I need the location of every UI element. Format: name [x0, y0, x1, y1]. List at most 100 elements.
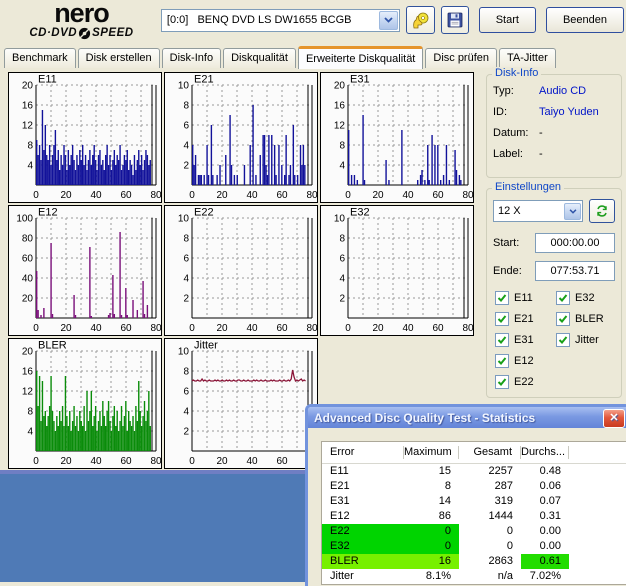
checkbox-e32[interactable]: E32 [556, 291, 615, 305]
disk-info-row: Typ:Audio CD [493, 85, 615, 97]
statistics-cell: 16 [404, 554, 459, 569]
svg-text:80: 80 [22, 234, 34, 245]
tab-diskqualit-t[interactable]: Diskqualität [223, 48, 296, 68]
svg-text:12: 12 [334, 121, 346, 132]
tab-erweiterte-diskqualit-t[interactable]: Erweiterte Diskqualität [298, 46, 423, 69]
disk-info-label: Typ: [493, 85, 539, 97]
checkbox-e22[interactable]: E22 [495, 375, 554, 389]
svg-text:12: 12 [22, 387, 34, 398]
svg-text:40: 40 [402, 190, 414, 201]
nero-cd-dvd-speed-window: nero CD·DVD SPEED [0:0] BENQ DVD LS DW16… [0, 0, 626, 474]
checkbox-spacer [556, 354, 615, 368]
statistics-cell: 0.06 [521, 479, 569, 494]
statistics-cell: 0.48 [521, 464, 569, 479]
checkbox-spacer [556, 375, 615, 389]
tab-benchmark[interactable]: Benchmark [4, 48, 76, 68]
svg-text:40: 40 [22, 274, 34, 285]
svg-text:8: 8 [183, 101, 189, 112]
svg-text:4: 4 [339, 161, 345, 172]
speed-select[interactable]: 12 X [493, 200, 583, 222]
chevron-down-icon[interactable] [564, 203, 581, 220]
statistics-header-filler [569, 446, 626, 459]
svg-text:E21: E21 [194, 74, 214, 86]
svg-text:40: 40 [402, 323, 414, 334]
chart-e12: 20406080100020406080E12 [8, 205, 162, 336]
speed-row: 12 X [493, 199, 615, 223]
checkbox-box[interactable] [495, 354, 509, 368]
checkbox-box[interactable] [495, 333, 509, 347]
svg-text:4: 4 [183, 141, 189, 152]
close-button[interactable]: ✕ [603, 409, 625, 428]
statistics-cell: 1444 [459, 509, 521, 524]
hand-disc-icon [411, 11, 430, 30]
tab-ta-jitter[interactable]: TA-Jitter [499, 48, 556, 68]
svg-text:20: 20 [60, 456, 72, 467]
tab-disk-info[interactable]: Disk-Info [162, 48, 221, 68]
svg-text:4: 4 [183, 407, 189, 418]
nero-logo: nero CD·DVD SPEED [2, 0, 161, 40]
statistics-dialog-titlebar[interactable]: Advanced Disc Quality Test - Statistics … [308, 407, 626, 428]
statistics-row-e21: E2182870.06 [322, 479, 626, 494]
svg-text:20: 20 [22, 347, 34, 358]
svg-text:10: 10 [334, 214, 346, 225]
svg-text:20: 20 [216, 190, 228, 201]
statistics-cell: E11 [322, 464, 404, 479]
statistics-dialog: Advanced Disc Quality Test - Statistics … [305, 404, 626, 586]
svg-text:6: 6 [183, 254, 189, 265]
checkbox-box[interactable] [556, 291, 570, 305]
statistics-cell: 15 [404, 464, 459, 479]
end-time-input[interactable] [535, 261, 615, 281]
svg-text:0: 0 [189, 456, 195, 467]
checkbox-bler[interactable]: BLER [556, 312, 615, 326]
eject-disc-button[interactable] [406, 6, 434, 34]
statistics-cell: 0.00 [521, 539, 569, 554]
svg-text:80: 80 [306, 190, 318, 201]
cd-dvd-speed-logo-text: CD·DVD SPEED [29, 27, 133, 40]
statistics-cell: E21 [322, 479, 404, 494]
tab-disc-pr-fen[interactable]: Disc prüfen [425, 48, 497, 68]
statistics-row-e31: E31143190.07 [322, 494, 626, 509]
settings-groupbox: Einstellungen 12 X [486, 188, 622, 398]
start-button[interactable]: Start [479, 7, 536, 33]
checkbox-label: E21 [514, 313, 534, 325]
chevron-down-icon[interactable] [379, 11, 398, 30]
tab-disk-erstellen[interactable]: Disk erstellen [78, 48, 160, 68]
checkbox-jitter[interactable]: Jitter [556, 333, 615, 347]
statistics-cell: E31 [322, 494, 404, 509]
save-button[interactable] [441, 6, 469, 34]
refresh-button[interactable] [589, 199, 615, 223]
checkbox-e11[interactable]: E11 [495, 291, 554, 305]
svg-text:0: 0 [345, 323, 351, 334]
svg-text:6: 6 [183, 121, 189, 132]
checkbox-box[interactable] [495, 312, 509, 326]
svg-text:0: 0 [189, 323, 195, 334]
chart-bler: 48121620020406080BLER [8, 338, 162, 469]
refresh-icon [595, 204, 609, 218]
svg-text:20: 20 [216, 323, 228, 334]
statistics-cell: 0.00 [521, 524, 569, 539]
checkbox-box[interactable] [495, 375, 509, 389]
svg-text:6: 6 [339, 254, 345, 265]
quit-button[interactable]: Beenden [546, 7, 624, 33]
svg-text:60: 60 [120, 190, 132, 201]
checkbox-box[interactable] [556, 333, 570, 347]
svg-text:60: 60 [120, 323, 132, 334]
svg-text:E31: E31 [350, 74, 370, 86]
statistics-cell: E22 [322, 524, 404, 539]
statistics-cell: 0 [404, 524, 459, 539]
svg-text:8: 8 [183, 367, 189, 378]
start-time-input[interactable] [535, 233, 615, 253]
statistics-cell: 2863 [459, 554, 521, 569]
statistics-column-header: Durchs... [521, 446, 569, 459]
drive-selector[interactable]: [0:0] BENQ DVD LS DW1655 BCGB [161, 9, 400, 32]
disk-info-value: Audio CD [539, 85, 586, 97]
checkbox-label: E31 [514, 334, 534, 346]
checkbox-box[interactable] [495, 291, 509, 305]
checkbox-e12[interactable]: E12 [495, 354, 554, 368]
checkbox-box[interactable] [556, 312, 570, 326]
checkbox-label: E22 [514, 376, 534, 388]
statistics-cell: 0 [459, 539, 521, 554]
checkbox-e31[interactable]: E31 [495, 333, 554, 347]
checkbox-e21[interactable]: E21 [495, 312, 554, 326]
statistics-cell: 8 [404, 479, 459, 494]
